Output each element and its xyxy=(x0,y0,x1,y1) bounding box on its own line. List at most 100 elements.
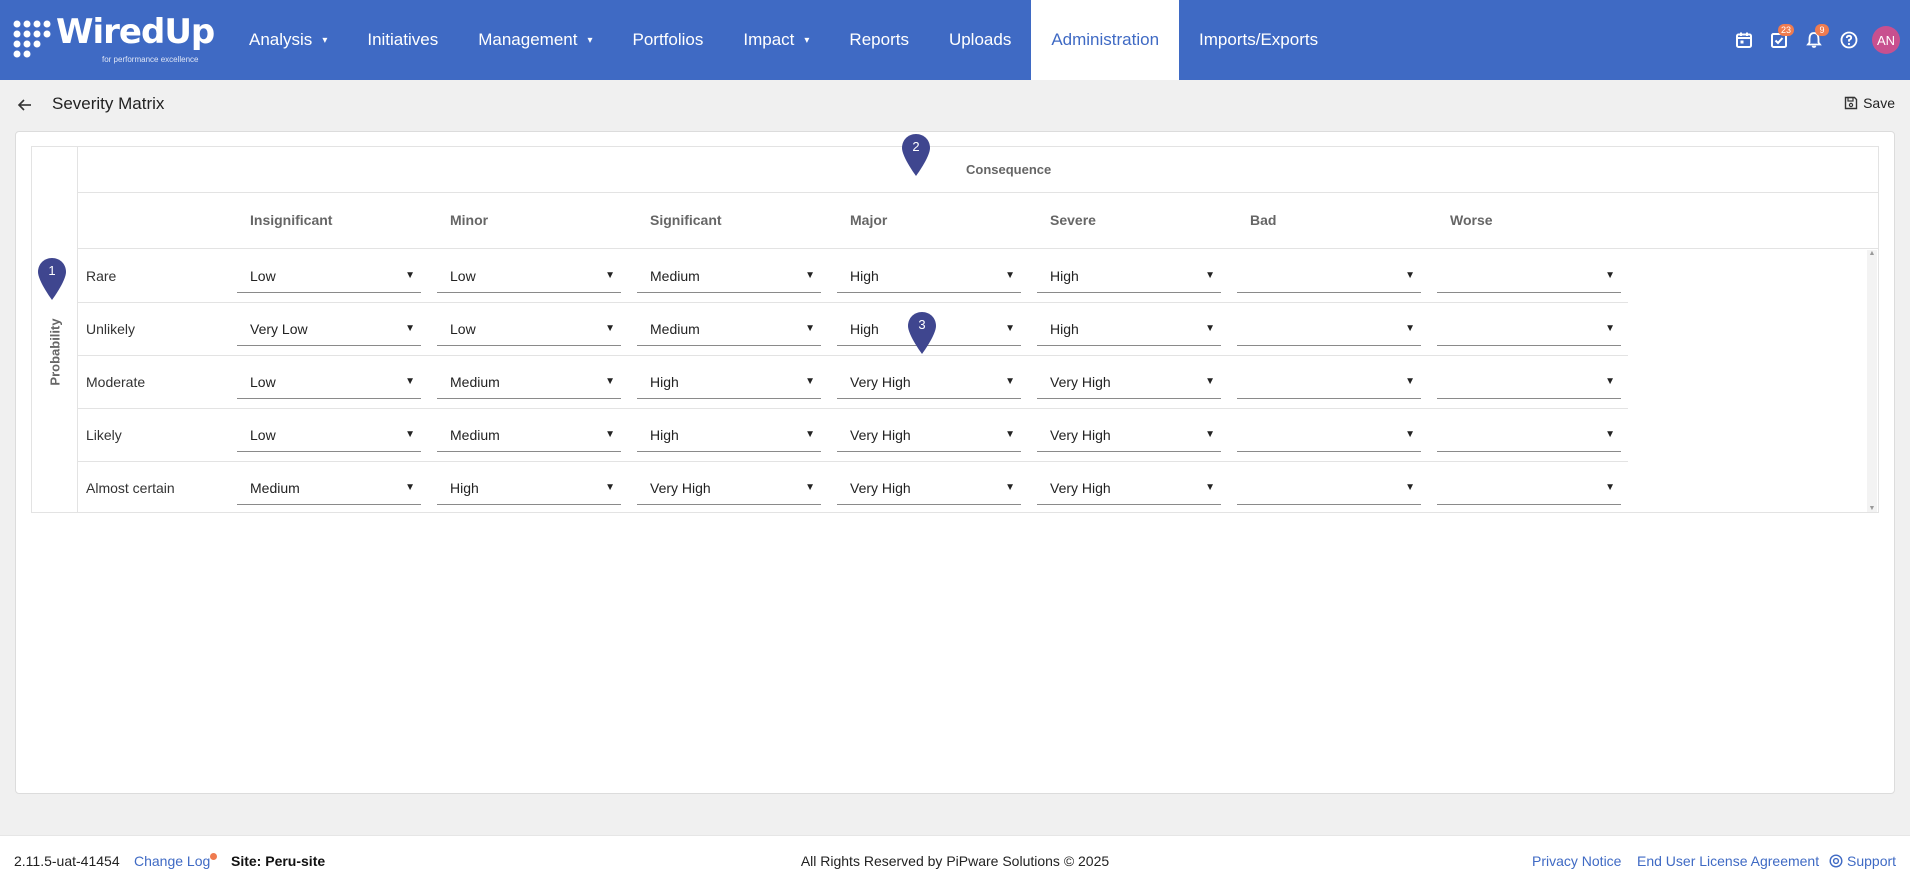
nav-management[interactable]: Management ▾ xyxy=(458,0,612,80)
matrix-row-likely: Likely Low ▼ Medium ▼ High ▼ Very High ▼ Ver… xyxy=(78,409,1628,462)
severity-select[interactable]: Low ▼ xyxy=(237,419,421,452)
user-avatar[interactable]: AN xyxy=(1872,26,1900,54)
dropdown-arrow-icon: ▼ xyxy=(405,270,415,281)
nav-label: Management xyxy=(478,30,578,49)
copyright-text: All Rights Reserved by PiPware Solutions… xyxy=(800,853,1110,869)
privacy-notice-link[interactable]: Privacy Notice xyxy=(1532,853,1621,869)
dropdown-arrow-icon: ▼ xyxy=(605,482,615,493)
calendar-button[interactable] xyxy=(1726,23,1761,58)
nav-impact[interactable]: Impact ▾ xyxy=(723,0,829,80)
back-button[interactable] xyxy=(14,94,36,116)
nav-administration[interactable]: Administration xyxy=(1031,0,1180,80)
severity-select[interactable]: Medium ▼ xyxy=(637,260,821,293)
nav-analysis[interactable]: Analysis ▾ xyxy=(229,0,347,80)
selected-value: High xyxy=(1050,268,1079,284)
save-label: Save xyxy=(1863,95,1895,111)
selected-value: Very High xyxy=(850,374,911,390)
column-header: Significant xyxy=(650,212,722,228)
severity-select[interactable]: Low ▼ xyxy=(437,313,621,346)
severity-select[interactable]: Very High ▼ xyxy=(1037,419,1221,452)
selected-value: Very High xyxy=(650,480,711,496)
selected-value: Medium xyxy=(650,268,700,284)
severity-select[interactable]: Medium ▼ xyxy=(437,419,621,452)
severity-select[interactable]: Low ▼ xyxy=(437,260,621,293)
support-link[interactable]: Support xyxy=(1829,853,1896,869)
severity-select[interactable]: ▼ xyxy=(1237,260,1421,293)
selected-value: High xyxy=(850,268,879,284)
severity-select[interactable]: Medium ▼ xyxy=(637,313,821,346)
column-header: Major xyxy=(850,212,888,228)
severity-select[interactable]: High ▼ xyxy=(1037,313,1221,346)
chevron-down-icon: ▾ xyxy=(804,34,810,46)
nav-portfolios[interactable]: Portfolios xyxy=(612,0,723,80)
severity-select[interactable]: ▼ xyxy=(1237,472,1421,505)
wiredup-logo[interactable]: WiredUp for performance excellence xyxy=(12,12,217,66)
severity-select[interactable]: Very High ▼ xyxy=(837,419,1021,452)
severity-select[interactable]: ▼ xyxy=(1437,472,1621,505)
severity-select[interactable]: ▼ xyxy=(1437,313,1621,346)
severity-select[interactable]: High ▼ xyxy=(437,472,621,505)
selected-value: Low xyxy=(250,268,276,284)
selected-value: Low xyxy=(450,321,476,337)
guide-marker-2[interactable]: 2 xyxy=(901,133,931,177)
severity-select[interactable]: ▼ xyxy=(1437,366,1621,399)
severity-select[interactable]: High ▼ xyxy=(637,419,821,452)
severity-select[interactable]: Low ▼ xyxy=(237,366,421,399)
severity-select[interactable]: Very High ▼ xyxy=(837,366,1021,399)
column-header: Severe xyxy=(1050,212,1096,228)
severity-select[interactable]: Very Low ▼ xyxy=(237,313,421,346)
scroll-down-icon[interactable]: ▼ xyxy=(1867,505,1877,512)
severity-select[interactable]: Very High ▼ xyxy=(1037,472,1221,505)
severity-select[interactable]: Low ▼ xyxy=(237,260,421,293)
severity-matrix-card: Probability Consequence Insignificant Mi… xyxy=(15,131,1895,794)
guide-marker-1[interactable]: 1 xyxy=(37,257,67,301)
page-header: Severity Matrix Save xyxy=(0,80,1910,130)
severity-select[interactable]: Medium ▼ xyxy=(437,366,621,399)
severity-select[interactable]: Medium ▼ xyxy=(237,472,421,505)
notifications-button[interactable]: 9 xyxy=(1796,23,1831,58)
save-button[interactable]: Save xyxy=(1844,95,1895,111)
matrix-scrollbar[interactable]: ▲ ▼ xyxy=(1867,250,1877,512)
dropdown-arrow-icon: ▼ xyxy=(1205,376,1215,387)
notifications-badge: 9 xyxy=(1815,23,1829,36)
tasks-badge: 23 xyxy=(1777,23,1794,36)
severity-select[interactable]: ▼ xyxy=(1237,419,1421,452)
scroll-up-icon[interactable]: ▲ xyxy=(1867,250,1877,257)
matrix-row-rare: Rare Low ▼ Low ▼ Medium ▼ High ▼ High ▼ ▼ ▼ xyxy=(78,250,1628,303)
dropdown-arrow-icon: ▼ xyxy=(405,482,415,493)
selected-value: Very High xyxy=(850,480,911,496)
nav-uploads[interactable]: Uploads xyxy=(929,0,1031,80)
eula-link[interactable]: End User License Agreement xyxy=(1637,853,1819,869)
matrix-row-moderate: Moderate Low ▼ Medium ▼ High ▼ Very High ▼ V… xyxy=(78,356,1628,409)
save-icon xyxy=(1844,96,1858,110)
nav-imports-exports[interactable]: Imports/Exports xyxy=(1179,0,1338,80)
nav-label: Portfolios xyxy=(632,30,704,49)
severity-select[interactable]: High ▼ xyxy=(637,366,821,399)
marker-number: 1 xyxy=(48,263,56,278)
dropdown-arrow-icon: ▼ xyxy=(1605,429,1615,440)
nav-label: Imports/Exports xyxy=(1199,30,1319,49)
severity-select[interactable]: ▼ xyxy=(1237,313,1421,346)
severity-select[interactable]: High ▼ xyxy=(1037,260,1221,293)
calendar-icon xyxy=(1735,32,1752,48)
severity-select[interactable]: ▼ xyxy=(1437,260,1621,293)
row-label: Moderate xyxy=(86,374,146,390)
consequence-label: Consequence xyxy=(966,162,1052,177)
tasks-button[interactable]: 23 xyxy=(1761,23,1796,58)
severity-select[interactable]: Very High ▼ xyxy=(1037,366,1221,399)
guide-marker-3[interactable]: 3 xyxy=(907,311,937,355)
selected-value: High xyxy=(650,427,679,443)
nav-reports[interactable]: Reports xyxy=(829,0,929,80)
selected-value: High xyxy=(650,374,679,390)
help-button[interactable] xyxy=(1831,23,1866,58)
nav-initiatives[interactable]: Initiatives xyxy=(347,0,458,80)
severity-select[interactable]: ▼ xyxy=(1237,366,1421,399)
dropdown-arrow-icon: ▼ xyxy=(605,429,615,440)
severity-select[interactable]: Very High ▼ xyxy=(837,472,1021,505)
brand-name: WiredUp xyxy=(56,12,215,52)
severity-select[interactable]: ▼ xyxy=(1437,419,1621,452)
severity-select[interactable]: Very High ▼ xyxy=(637,472,821,505)
severity-select[interactable]: High ▼ xyxy=(837,260,1021,293)
row-label: Likely xyxy=(86,427,122,443)
chevron-down-icon: ▾ xyxy=(322,34,328,46)
